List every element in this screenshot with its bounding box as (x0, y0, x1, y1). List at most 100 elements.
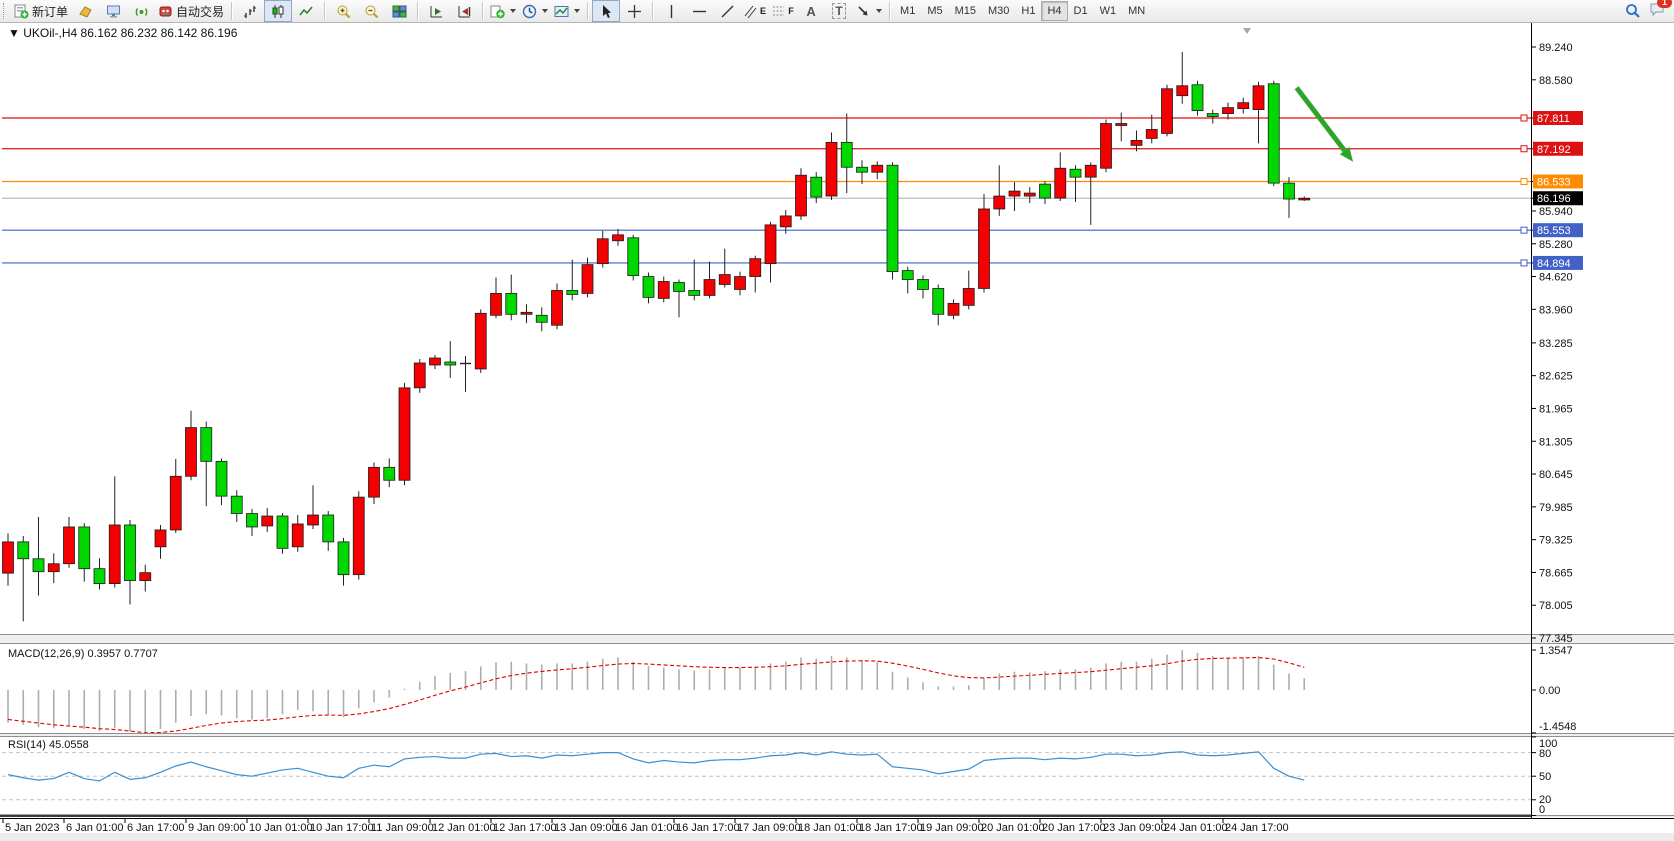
svg-text:83.960: 83.960 (1539, 304, 1573, 316)
candle-body (628, 238, 639, 276)
horizontal-line-button[interactable] (685, 0, 713, 22)
market-watch-icon (78, 4, 93, 19)
fibonacci-letter: F (788, 6, 794, 16)
toolbar-grip[interactable] (3, 3, 7, 19)
toolbar-separator (587, 2, 588, 20)
autotrade-label: 自动交易 (176, 3, 224, 20)
timeframe-mn[interactable]: MN (1122, 1, 1151, 21)
arrows-button[interactable] (853, 0, 885, 22)
svg-text:17 Jan 09:00: 17 Jan 09:00 (737, 822, 801, 834)
candle-body (1162, 89, 1173, 134)
candle-body (613, 235, 624, 241)
auto-scroll-icon (429, 4, 444, 19)
vertical-line-button[interactable] (657, 0, 685, 22)
svg-text:12 Jan 17:00: 12 Jan 17:00 (493, 822, 557, 834)
templates-button[interactable] (551, 0, 583, 22)
candle-body (521, 312, 532, 314)
candle-body (338, 542, 349, 575)
crosshair-button[interactable] (620, 0, 648, 22)
candle-body (430, 358, 441, 365)
notifications-button[interactable]: 1 (1649, 1, 1666, 22)
autotrade-button[interactable]: 自动交易 (155, 0, 227, 22)
candle-body (567, 290, 578, 294)
candle-body (780, 216, 791, 227)
timeframe-m30[interactable]: M30 (982, 1, 1015, 21)
svg-text:6 Jan 01:00: 6 Jan 01:00 (66, 822, 124, 834)
market-watch-button[interactable] (71, 0, 99, 22)
candle-body (399, 388, 410, 480)
svg-text:84.620: 84.620 (1539, 272, 1573, 284)
candle-body (94, 569, 105, 584)
svg-text:18 Jan 01:00: 18 Jan 01:00 (798, 822, 862, 834)
timeframe-m15[interactable]: M15 (949, 1, 982, 21)
line-chart-button[interactable] (292, 0, 320, 22)
candle-body (1238, 103, 1249, 109)
text-button[interactable]: A (797, 0, 825, 22)
svg-text:81.965: 81.965 (1539, 403, 1573, 415)
horizontal-line-icon (692, 4, 707, 19)
chevron-down-icon (574, 9, 580, 13)
timeframe-w1[interactable]: W1 (1094, 1, 1123, 21)
svg-text:24 Jan 01:00: 24 Jan 01:00 (1164, 822, 1228, 834)
fibonacci-button[interactable]: F (769, 0, 797, 22)
templates-icon (554, 4, 569, 19)
svg-text:78.665: 78.665 (1539, 567, 1573, 579)
candle-body (308, 515, 319, 525)
svg-text:86.533: 86.533 (1537, 176, 1571, 188)
timeframe-d1[interactable]: D1 (1068, 1, 1094, 21)
candlestick-chart-button[interactable] (264, 0, 292, 22)
candle-body (201, 428, 212, 462)
add-indicator-button[interactable] (487, 0, 519, 22)
candle-body (475, 313, 486, 369)
cursor-button[interactable] (592, 0, 620, 22)
auto-scroll-button[interactable] (422, 0, 450, 22)
candle-body (1223, 108, 1234, 114)
svg-text:50: 50 (1539, 771, 1551, 783)
timeframe-h1[interactable]: H1 (1015, 1, 1041, 21)
zoom-in-button[interactable] (329, 0, 357, 22)
mt4-application-window: 新订单 自动交易 (0, 0, 1674, 841)
chart-shift-button[interactable] (450, 0, 478, 22)
zoom-out-button[interactable] (357, 0, 385, 22)
candle-body (186, 428, 197, 477)
candle-body (1024, 193, 1035, 196)
terminal-button[interactable] (99, 0, 127, 22)
channel-button[interactable]: E (741, 0, 769, 22)
svg-text:84.894: 84.894 (1537, 258, 1571, 270)
candle-body (872, 165, 883, 172)
svg-text:80.645: 80.645 (1539, 469, 1573, 481)
text-label-button[interactable]: T (825, 0, 853, 22)
timeframe-h4[interactable]: H4 (1041, 1, 1067, 21)
search-icon[interactable] (1625, 3, 1641, 19)
channel-letter: E (760, 6, 766, 16)
trendline-button[interactable] (713, 0, 741, 22)
new-order-button[interactable]: 新订单 (11, 0, 71, 22)
timeframe-label: MN (1128, 5, 1145, 17)
bar-chart-button[interactable] (236, 0, 264, 22)
rsi-indicator-title: RSI(14) 45.0558 (8, 739, 89, 751)
svg-text:85.940: 85.940 (1539, 206, 1573, 218)
candle-body (79, 527, 90, 569)
candle-body (1192, 85, 1203, 111)
tile-windows-button[interactable] (385, 0, 413, 22)
timeframe-m5[interactable]: M5 (921, 1, 948, 21)
periods-button[interactable] (519, 0, 551, 22)
timeframe-m1[interactable]: M1 (894, 1, 921, 21)
candle-body (414, 363, 425, 388)
candle-body (948, 303, 959, 315)
svg-text:20 Jan 01:00: 20 Jan 01:00 (981, 822, 1045, 834)
trendline-icon (720, 4, 735, 19)
candle-body (1055, 168, 1066, 198)
timeframe-label: M15 (955, 5, 976, 17)
cursor-icon (599, 4, 614, 19)
svg-text:10 Jan 17:00: 10 Jan 17:00 (310, 822, 374, 834)
svg-text:89.240: 89.240 (1539, 42, 1573, 54)
candle-body (1299, 198, 1310, 200)
candle-body (216, 461, 227, 496)
signals-button[interactable] (127, 0, 155, 22)
toolbar-separator (417, 2, 418, 20)
chart-canvas[interactable]: 89.24088.58085.94085.28084.62083.96083.2… (0, 0, 1674, 841)
macd-indicator-title: MACD(12,26,9) 0.3957 0.7707 (8, 648, 158, 660)
candle-body (826, 142, 837, 196)
svg-text:77.345: 77.345 (1539, 633, 1573, 645)
